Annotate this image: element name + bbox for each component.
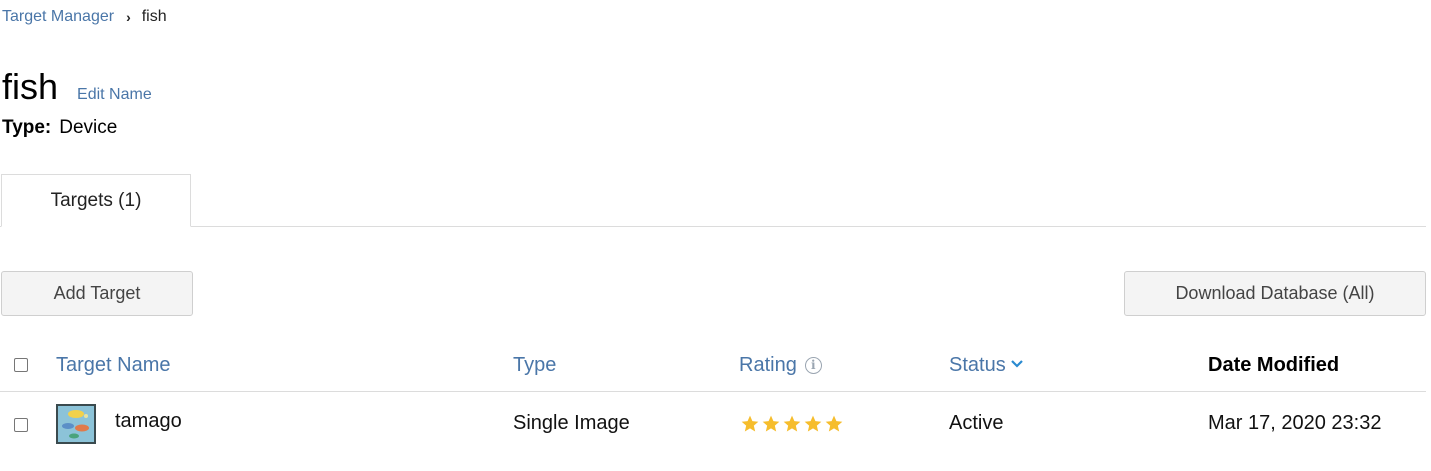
column-header-type[interactable]: Type [513, 354, 556, 377]
target-status: Active [949, 412, 1004, 434]
tab-bar: Targets (1) [0, 174, 1426, 227]
column-header-target-name[interactable]: Target Name [56, 354, 171, 377]
type-value: Device [59, 117, 118, 138]
chevron-right-icon: › [126, 9, 131, 25]
breadcrumb-current: fish [141, 8, 167, 25]
column-header-rating[interactable]: Rating [739, 354, 797, 376]
title-row: fish Edit Name [2, 66, 152, 108]
target-type: Single Image [513, 412, 630, 434]
star-icon [825, 415, 843, 432]
page-title: fish [2, 66, 59, 107]
column-header-status[interactable]: Status [949, 354, 1006, 376]
info-icon[interactable]: i [804, 357, 822, 374]
edit-name-link[interactable]: Edit Name [77, 86, 152, 104]
star-icon [762, 415, 780, 432]
chevron-down-icon[interactable] [1010, 359, 1024, 369]
type-label: Type: [2, 117, 52, 138]
star-icon [741, 415, 759, 432]
breadcrumb-target-manager-link[interactable]: Target Manager [2, 8, 114, 26]
select-all-checkbox[interactable] [14, 358, 28, 372]
target-thumbnail[interactable] [56, 404, 96, 444]
target-date-modified: Mar 17, 2020 23:32 [1208, 412, 1382, 434]
column-header-status-wrap: Status [949, 354, 1024, 377]
breadcrumb: Target Manager › fish [2, 8, 167, 26]
tab-targets[interactable]: Targets (1) [1, 174, 191, 227]
download-database-button[interactable]: Download Database (All) [1124, 271, 1426, 316]
table-row[interactable]: tamago Single Image Active Mar 17, 2020 … [0, 392, 1426, 456]
row-checkbox[interactable] [14, 418, 28, 432]
column-header-rating-wrap: Rating i [739, 354, 822, 377]
column-header-date-modified[interactable]: Date Modified [1208, 354, 1339, 377]
target-name-link[interactable]: tamago [115, 410, 182, 433]
targets-table: Target Name Type Rating i Status Date Mod… [0, 342, 1426, 456]
star-icon [804, 415, 822, 432]
add-target-button[interactable]: Add Target [1, 271, 193, 316]
rating-stars [740, 414, 844, 434]
fish-thumbnail-image [58, 406, 94, 442]
table-header: Target Name Type Rating i Status Date Mod… [0, 342, 1426, 392]
database-type: Type: Device [2, 117, 117, 139]
star-icon [783, 415, 801, 432]
